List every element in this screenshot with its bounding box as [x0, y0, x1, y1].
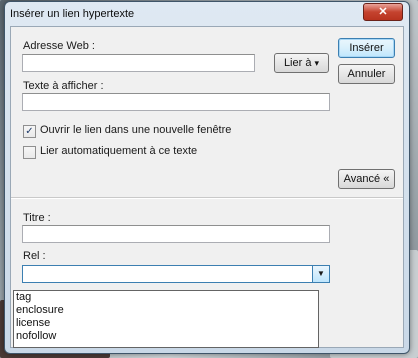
close-button[interactable]: ✕	[363, 3, 403, 21]
section-divider	[11, 197, 403, 199]
advanced-button[interactable]: Avancé «	[338, 169, 395, 189]
dialog-title: Insérer un lien hypertexte	[10, 8, 135, 20]
dropdown-arrow-icon[interactable]: ▼	[312, 266, 329, 282]
rel-option-nofollow[interactable]: nofollow	[14, 330, 318, 343]
open-new-window-checkbox[interactable]: ✓	[23, 125, 36, 138]
dialog-titlebar[interactable]: Insérer un lien hypertexte ✕	[5, 2, 409, 28]
cancel-button[interactable]: Annuler	[338, 64, 395, 84]
rel-dropdown-list: tag enclosure license nofollow	[13, 290, 319, 348]
close-icon: ✕	[378, 6, 388, 18]
rel-label: Rel :	[23, 250, 46, 262]
title-label: Titre :	[23, 212, 51, 224]
insert-button[interactable]: Insérer	[338, 38, 395, 58]
chevron-down-icon: ▾	[314, 58, 320, 68]
auto-link-label: Lier automatiquement à ce texte	[40, 145, 198, 157]
text-label: Texte à afficher :	[23, 80, 104, 92]
link-to-label: Lier à	[283, 57, 312, 69]
rel-select[interactable]: ▼	[22, 265, 330, 283]
url-input[interactable]	[22, 54, 255, 72]
link-to-button[interactable]: Lier à ▾	[274, 53, 329, 73]
auto-link-checkbox[interactable]	[23, 146, 36, 159]
rel-option-enclosure[interactable]: enclosure	[14, 304, 318, 317]
open-new-window-label: Ouvrir le lien dans une nouvelle fenêtre	[40, 124, 232, 136]
title-input[interactable]	[22, 225, 330, 243]
display-text-input[interactable]	[22, 93, 330, 111]
rel-option-tag[interactable]: tag	[14, 291, 318, 304]
rel-option-license[interactable]: license	[14, 317, 318, 330]
url-label: Adresse Web :	[23, 40, 95, 52]
